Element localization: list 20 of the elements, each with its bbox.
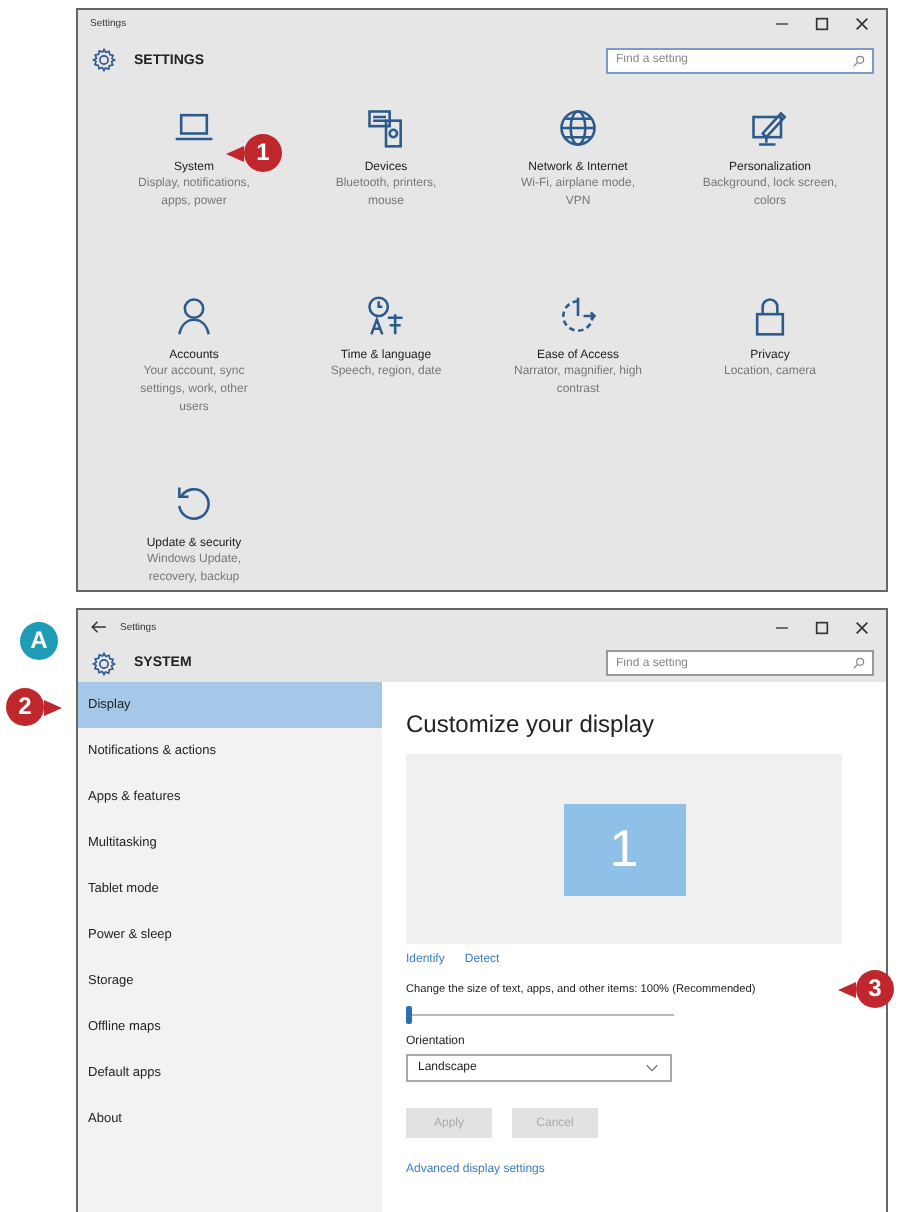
- gear-icon: [90, 46, 118, 74]
- chevron-down-icon: [644, 1060, 660, 1076]
- maximize-icon: [814, 619, 830, 635]
- circular-arrow-icon: [172, 482, 216, 526]
- keyboard-speaker-icon: [364, 106, 408, 150]
- close-icon: [854, 619, 870, 635]
- search-icon: [852, 53, 866, 67]
- globe-icon: [556, 106, 600, 150]
- gear-icon: [90, 649, 118, 677]
- search-icon: [852, 656, 866, 670]
- close-icon: [854, 16, 870, 32]
- clock-letters-icon: [364, 294, 408, 338]
- monitor-brush-icon: [748, 106, 792, 150]
- person-icon: [172, 294, 216, 338]
- maximize-icon: [814, 16, 830, 32]
- back-arrow-icon: [90, 618, 108, 636]
- section-heading: Customize your display: [406, 710, 657, 738]
- dashed-circle-arrow-icon: [556, 294, 600, 338]
- back-button[interactable]: [90, 618, 108, 636]
- slider-thumb[interactable]: [406, 1006, 412, 1024]
